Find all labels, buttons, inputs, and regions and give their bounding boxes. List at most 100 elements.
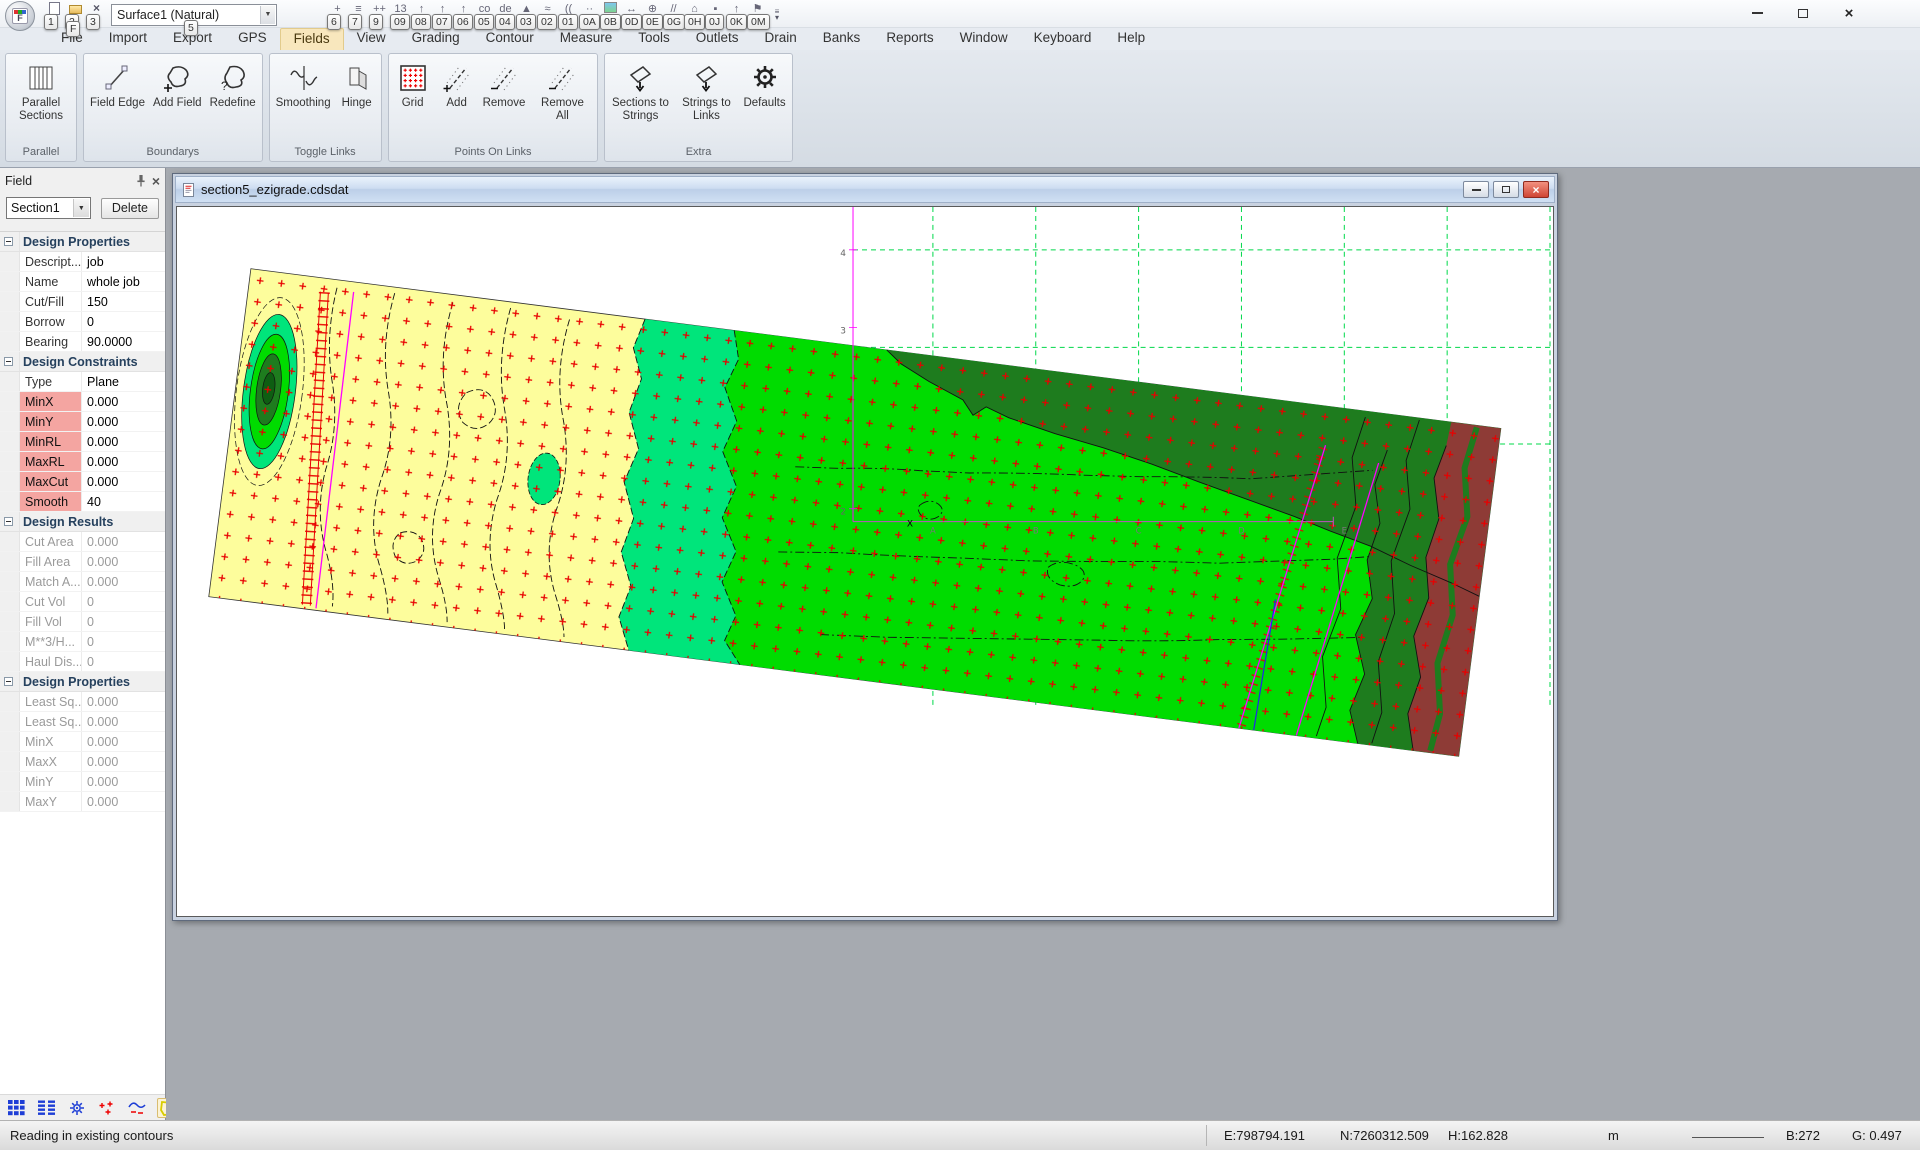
tab-measure[interactable]: Measure [547,28,626,50]
qa-home-button[interactable]: ⌂ 0H [684,0,706,30]
doc-restore-button[interactable] [1493,181,1519,198]
redefine-button[interactable]: ? Redefine [206,59,260,113]
tab-banks[interactable]: Banks [810,28,874,50]
doc-minimize-button[interactable] [1463,181,1489,198]
property-value[interactable]: 40 [82,492,165,511]
property-value[interactable]: 0.000 [82,532,165,551]
qa-image-button[interactable]: ▦0B [600,0,621,30]
parallel-sections-button[interactable]: Parallel Sections [8,59,74,126]
qa-raise-2-button[interactable]: ↑ 07 [432,0,453,30]
grid-button[interactable]: Grid [391,59,435,113]
qa-star-button[interactable]: +6 [327,0,348,30]
view-contours-button[interactable] [127,1098,147,1118]
delete-button[interactable]: Delete [100,197,159,219]
property-value[interactable]: 0.000 [82,792,165,811]
qa-up-button[interactable]: ↑ 0K [726,0,747,30]
section-select[interactable]: Section1 ▼ [6,197,91,219]
property-value[interactable]: 0.000 [82,552,165,571]
remove-button[interactable]: Remove [479,59,530,113]
property-value[interactable]: 0.000 [82,472,165,491]
contour-map[interactable]: 4 3 2 X A B C D E [177,207,1553,916]
qa-raise-3-button[interactable]: ↑ 06 [453,0,474,30]
qa-globe-button[interactable]: ⊕ 0E [642,0,663,30]
tab-keyboard[interactable]: Keyboard [1021,28,1105,50]
map-canvas[interactable]: 4 3 2 X A B C D E [176,206,1554,917]
tab-reports[interactable]: Reports [873,28,946,50]
field-edge-button[interactable]: Field Edge [86,59,149,113]
property-value[interactable]: 0 [82,632,165,651]
property-value[interactable]: 0 [82,652,165,671]
view-points-button[interactable] [97,1098,117,1118]
property-value[interactable]: 0 [82,592,165,611]
view-settings-button[interactable] [67,1098,87,1118]
tab-fields[interactable]: Fields [279,28,344,50]
qa-raise-1-button[interactable]: ↑ 08 [411,0,432,30]
property-value[interactable]: 0 [82,612,165,631]
smoothing-button[interactable]: Smoothing [272,59,335,113]
chevron-down-icon[interactable]: ▼ [72,199,89,217]
tab-view[interactable]: View [344,28,399,50]
chevron-down-icon[interactable]: ▼ [260,5,275,24]
property-value[interactable]: 150 [82,292,165,311]
property-value[interactable]: 0.000 [82,692,165,711]
pin-icon[interactable] [134,174,148,188]
tab-gps[interactable]: GPS [225,28,280,50]
property-value[interactable]: 0.000 [82,772,165,791]
maximize-button[interactable] [1780,0,1826,26]
panel-close-icon[interactable]: × [152,174,160,188]
qa-design-button[interactable]: de 04 [495,0,516,30]
remove-all-button[interactable]: Remove All [529,59,595,126]
tab-window[interactable]: Window [947,28,1021,50]
sections-to-strings-button[interactable]: Sections to Strings [607,59,673,126]
property-value[interactable]: whole job [82,272,165,291]
property-value[interactable]: 0.000 [82,432,165,451]
property-value[interactable]: 0.000 [82,752,165,771]
qa-list-button[interactable]: ≡ 7 [348,0,369,30]
property-value[interactable]: 0.000 [82,412,165,431]
qa-section-button[interactable]: ≈02 [537,0,558,30]
tab-contour[interactable]: Contour [473,28,547,50]
collapse-icon[interactable] [4,677,13,686]
new-file-button[interactable]: 1 [44,0,65,30]
qa-add-points-button[interactable]: ++ 9 [369,0,390,30]
qa-contours-button[interactable]: co 05 [474,0,495,30]
property-value[interactable]: Plane [82,372,165,391]
view-sections-button[interactable] [37,1098,57,1118]
qa-dots-button[interactable]: ·· 0A [579,0,600,30]
qa-flag-button[interactable]: ⚑ 0M [747,0,770,30]
property-value[interactable]: 0.000 [82,572,165,591]
property-value[interactable]: 0.000 [82,452,165,471]
property-value[interactable]: 0 [82,312,165,331]
tab-outlets[interactable]: Outlets [683,28,752,50]
qa-hatch-button[interactable]: //0G [663,0,686,30]
tab-tools[interactable]: Tools [625,28,683,50]
add-field-button[interactable]: Add Field [149,59,206,113]
strings-to-links-button[interactable]: Strings to Links [673,59,739,126]
doc-close-button[interactable]: × [1523,181,1549,198]
document-titlebar[interactable]: section5_ezigrade.cdsdat × [175,176,1555,203]
minimize-button[interactable] [1734,0,1780,26]
tab-help[interactable]: Help [1104,28,1158,50]
quick-access-overflow-button[interactable]: ≡ ▾ [768,4,786,26]
close-file-button[interactable]: × 3 [86,0,107,30]
qa-triangle-button[interactable]: ▲ 03 [516,0,537,30]
surface-selector[interactable]: Surface1 (Natural) ▼ 5 [111,3,277,36]
qa-brackets-button[interactable]: ((01 [558,0,579,30]
tab-grading[interactable]: Grading [399,28,473,50]
property-value[interactable]: job [82,252,165,271]
hinge-button[interactable]: Hinge [335,59,379,113]
collapse-icon[interactable] [4,517,13,526]
qa-extents-button[interactable]: ↔ 0D [621,0,643,30]
app-menu-button[interactable]: F [5,1,35,31]
defaults-button[interactable]: Defaults [739,59,789,113]
qa-chart-button[interactable]: ▪ 0J [705,0,726,30]
property-value[interactable]: 0.000 [82,392,165,411]
collapse-icon[interactable] [4,357,13,366]
qa-numbers-button[interactable]: 13 09 [390,0,411,30]
property-value[interactable]: 90.0000 [82,332,165,351]
property-value[interactable]: 0.000 [82,712,165,731]
property-value[interactable]: 0.000 [82,732,165,751]
collapse-icon[interactable] [4,237,13,246]
tab-drain[interactable]: Drain [752,28,810,50]
add-button[interactable]: Add [435,59,479,113]
